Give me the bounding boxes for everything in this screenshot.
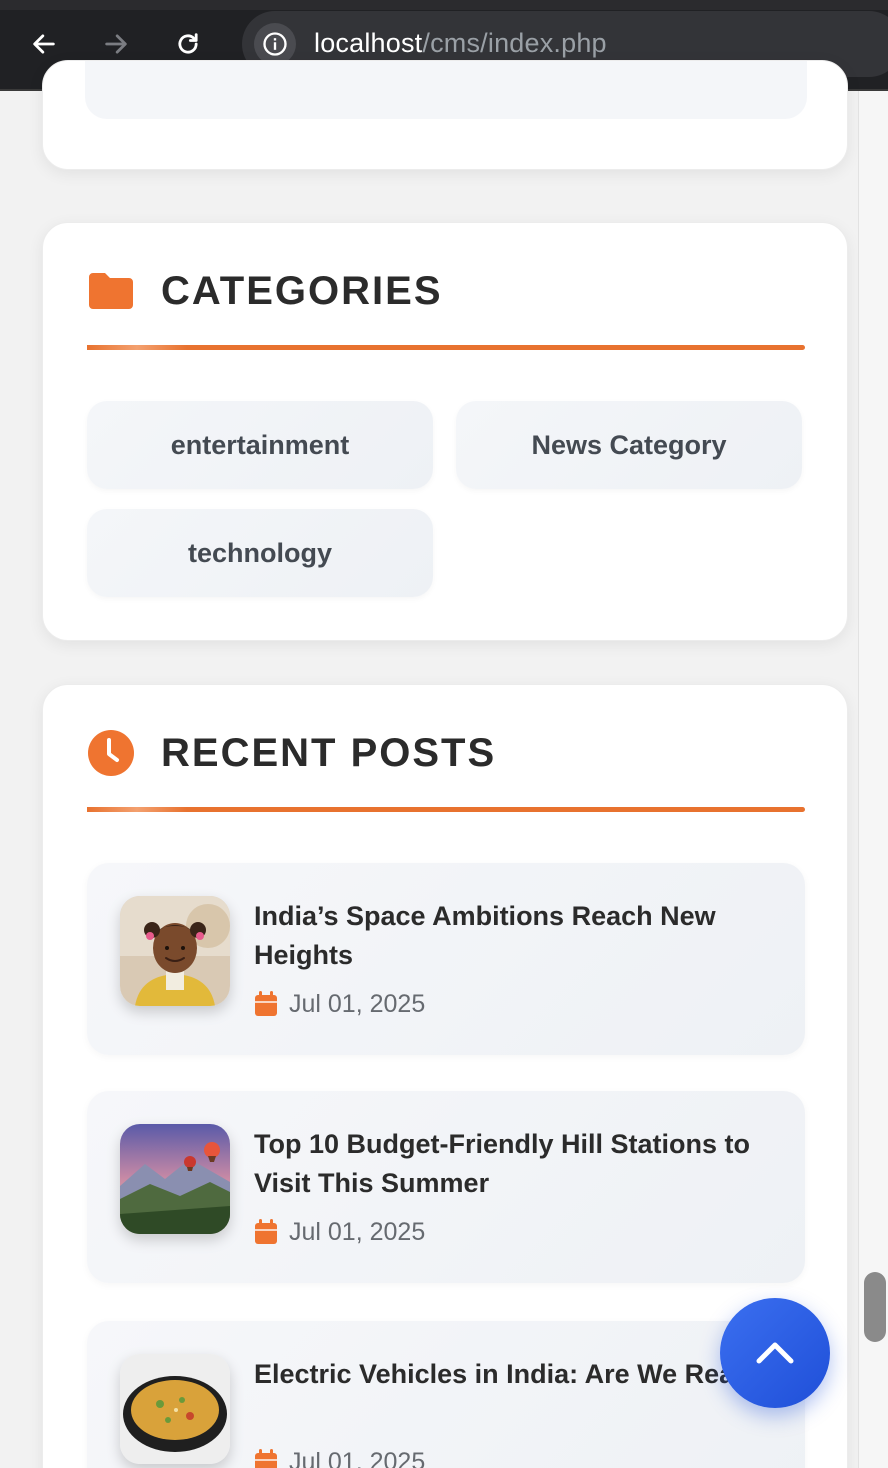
categories-divider bbox=[87, 345, 805, 350]
url-path: /cms/index.php bbox=[422, 28, 607, 58]
post-date-text: Jul 01, 2025 bbox=[289, 1217, 426, 1246]
calendar-icon bbox=[255, 991, 277, 1016]
post-date: Jul 01, 2025 bbox=[254, 989, 425, 1019]
reload-icon bbox=[178, 33, 198, 54]
recent-posts-title: RECENT POSTS bbox=[161, 730, 497, 775]
post-date-text: Jul 01, 2025 bbox=[289, 1447, 426, 1468]
url-host: localhost bbox=[314, 28, 423, 58]
categories-header: CATEGORIES bbox=[87, 269, 443, 313]
categories-title: CATEGORIES bbox=[161, 268, 443, 313]
previous-widget-content bbox=[85, 61, 807, 119]
post-title[interactable]: India’s Space Ambitions Reach New Height… bbox=[254, 897, 784, 975]
categories-widget: CATEGORIES entertainment News Category t… bbox=[42, 222, 848, 641]
calendar-icon bbox=[255, 1449, 277, 1468]
folder-icon bbox=[87, 267, 135, 315]
scrollbar-thumb[interactable] bbox=[864, 1272, 886, 1342]
browser-top-strip bbox=[0, 0, 888, 10]
post-date-text: Jul 01, 2025 bbox=[289, 989, 426, 1018]
post-date: Jul 01, 2025 bbox=[254, 1447, 425, 1468]
recent-post-item[interactable]: Electric Vehicles in India: Are We Ready… bbox=[87, 1321, 805, 1468]
info-icon bbox=[263, 32, 287, 56]
clock-icon bbox=[87, 729, 135, 777]
recent-posts-header: RECENT POSTS bbox=[87, 729, 497, 777]
previous-widget-card bbox=[42, 60, 848, 170]
post-title[interactable]: Top 10 Budget-Friendly Hill Stations to … bbox=[254, 1125, 784, 1203]
arrow-left-icon bbox=[33, 34, 55, 54]
post-thumbnail[interactable] bbox=[120, 1124, 230, 1234]
page-scrollbar[interactable] bbox=[858, 91, 888, 1468]
category-chip-technology[interactable]: technology bbox=[87, 509, 433, 597]
site-info-button[interactable] bbox=[254, 23, 296, 65]
recent-post-item[interactable]: India’s Space Ambitions Reach New Height… bbox=[87, 863, 805, 1055]
url-text[interactable]: localhost/cms/index.php bbox=[314, 28, 607, 59]
post-thumbnail[interactable] bbox=[120, 896, 230, 1006]
back-button[interactable] bbox=[22, 22, 66, 66]
back-to-top-button[interactable] bbox=[720, 1298, 830, 1408]
calendar-icon bbox=[255, 1219, 277, 1244]
chevron-up-icon bbox=[756, 1342, 794, 1364]
recent-posts-divider bbox=[87, 807, 805, 812]
arrow-right-icon bbox=[105, 34, 127, 54]
post-date: Jul 01, 2025 bbox=[254, 1217, 425, 1247]
post-thumbnail[interactable] bbox=[120, 1354, 230, 1464]
category-chip-entertainment[interactable]: entertainment bbox=[87, 401, 433, 489]
recent-post-item[interactable]: Top 10 Budget-Friendly Hill Stations to … bbox=[87, 1091, 805, 1283]
category-chip-news-category[interactable]: News Category bbox=[456, 401, 802, 489]
post-title[interactable]: Electric Vehicles in India: Are We Ready… bbox=[254, 1355, 784, 1394]
